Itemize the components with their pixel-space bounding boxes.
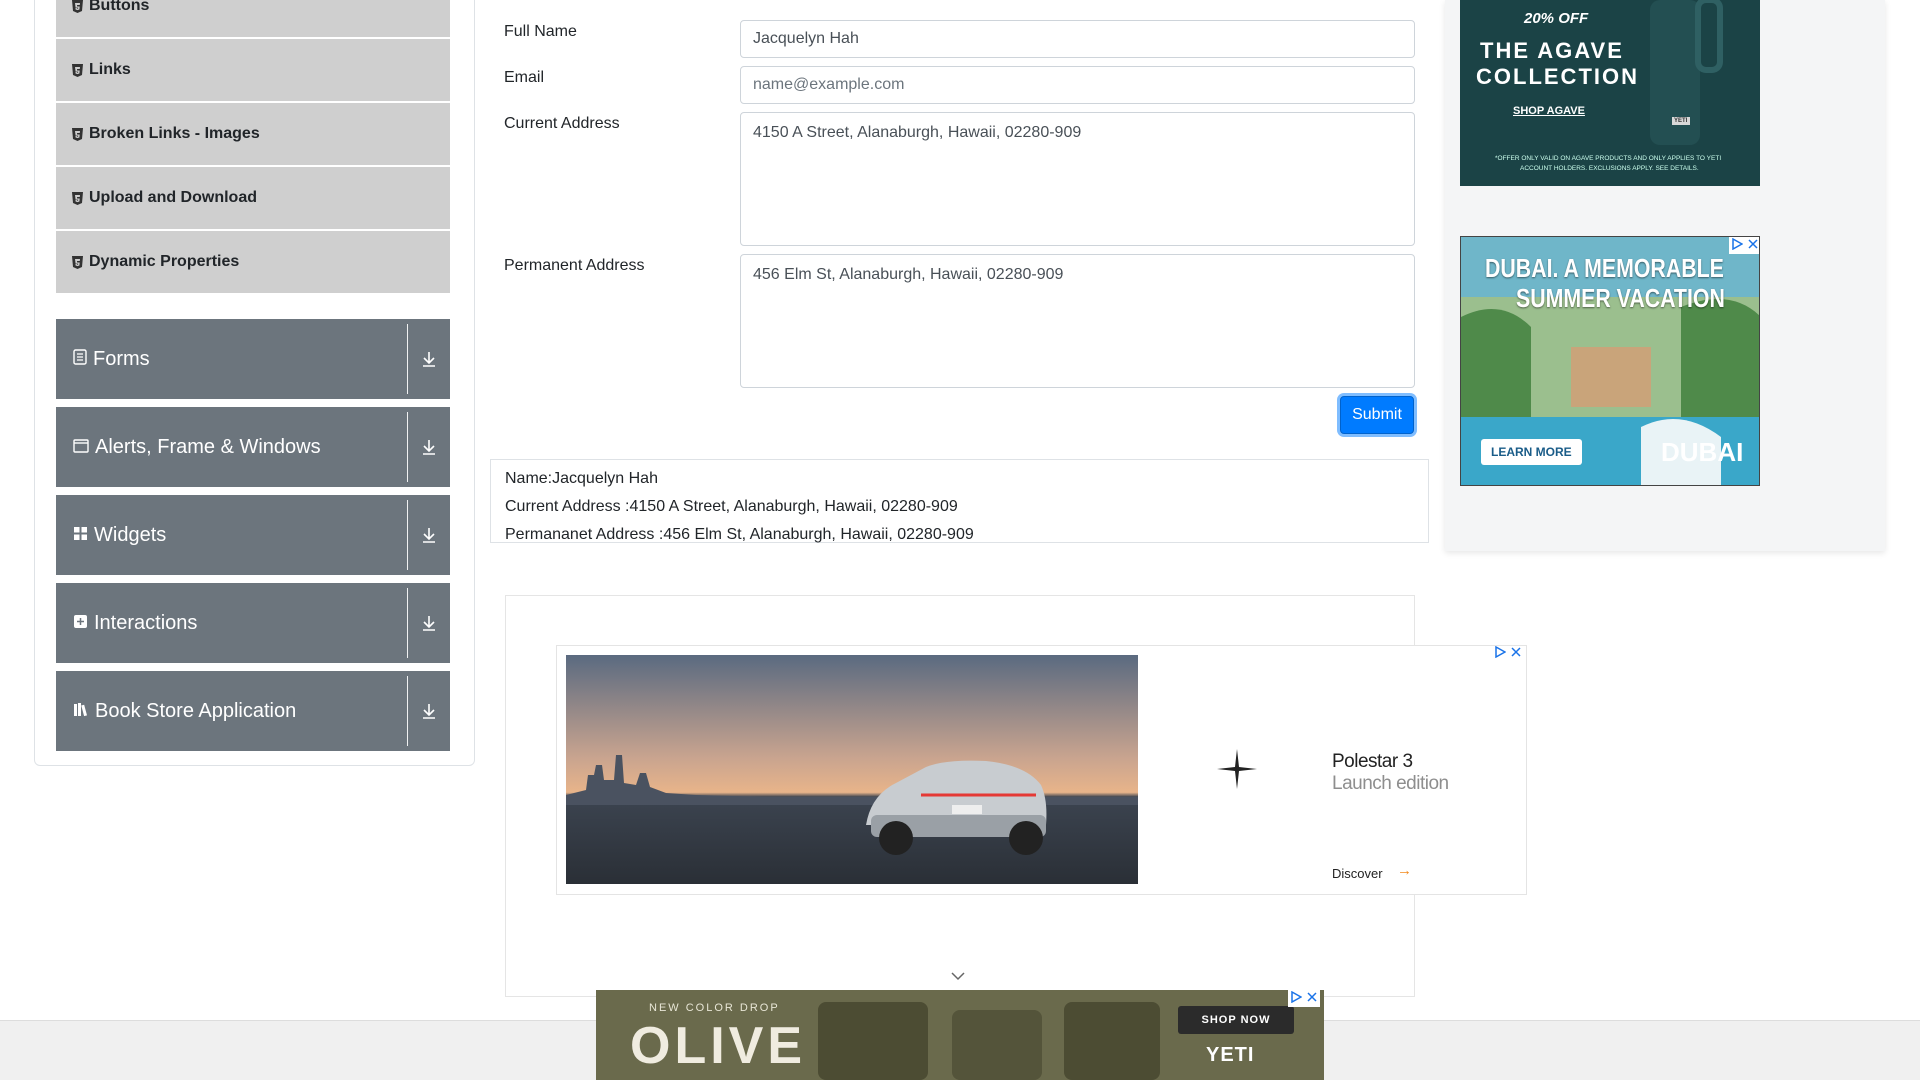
agave-ad[interactable]: 20% OFF THE AGAVE COLLECTION SHOP AGAVE … [1460,0,1760,186]
agave-cta[interactable]: SHOP AGAVE [1513,105,1585,117]
car-image [566,655,1138,884]
chevron-down-icon[interactable] [408,671,450,751]
close-icon[interactable] [1747,238,1759,253]
shop-now-button[interactable]: SHOP NOW [1178,1006,1294,1034]
chevron-down-icon[interactable] [950,968,966,986]
permanent-address-label: Permanent Address [504,257,645,274]
sidebar-group-alerts[interactable]: Alerts, Frame & Windows [56,407,450,487]
sidebar-group-book-store[interactable]: Book Store Application [56,671,450,751]
sidebar-group-forms[interactable]: Forms [56,319,450,399]
ad-controls [1288,990,1320,1007]
form-icon [73,348,87,371]
dubai-title-1: DUBAI. A MEMORABLE [1485,253,1724,283]
output-permanent-address: Permananet Address :456 Elm St, Alanabur… [505,526,974,543]
window-icon [73,436,89,459]
output-current-address: Current Address :4150 A Street, Alanabur… [505,498,958,515]
chevron-down-icon[interactable] [408,319,450,399]
sidebar-group-label: Alerts, Frame & Windows [95,435,321,458]
current-address-textarea[interactable] [740,112,1415,246]
adchoices-icon[interactable] [1731,237,1744,253]
sidebar-group-label: Interactions [94,611,198,634]
agave-offer: 20% OFF [1524,10,1589,27]
widgets-icon [73,524,88,547]
output-name: Name:Jacquelyn Hah [505,470,658,487]
arrow-right-icon: → [1397,862,1412,879]
chevron-down-icon[interactable] [408,407,450,487]
permanent-address-textarea[interactable] [740,254,1415,388]
html5-icon [71,63,83,77]
sidebar-item-label: Upload and Download [89,189,257,206]
agave-logo: YETI [1674,118,1688,124]
current-address-label: Current Address [504,115,620,132]
dubai-title-2: SUMMER VACATION [1516,283,1725,313]
sidebar-item-links[interactable]: Links [56,39,450,101]
output-box: Name:Jacquelyn Hah Current Address :4150… [490,459,1429,543]
full-name-input[interactable] [740,20,1415,58]
sidebar-item-label: Dynamic Properties [89,253,240,270]
sidebar-group-interactions[interactable]: Interactions [56,583,450,663]
chevron-down-icon[interactable] [408,583,450,663]
email-label: Email [504,69,545,86]
sidebar-item-label: Broken Links - Images [89,125,260,142]
polestar-logo-icon [1217,749,1257,794]
dubai-ad[interactable]: DUBAI. A MEMORABLE SUMMER VACATION LEARN… [1460,236,1760,486]
agave-fine-print-2: ACCOUNT HOLDERS. EXCLUSIONS APPLY. SEE D… [1520,165,1699,172]
dubai-logo: DUBAI [1661,437,1744,467]
agave-title-1: THE AGAVE [1480,38,1624,63]
html5-icon [71,127,83,141]
adchoices-icon[interactable] [1290,990,1303,1006]
divider [407,324,408,394]
submit-button[interactable]: Submit [1340,396,1414,434]
sidebar-item-dynamic-properties[interactable]: Dynamic Properties [56,231,450,293]
sidebar: Buttons Links Broken Links - Images Uplo… [34,0,475,766]
divider [407,588,408,658]
discover-link[interactable]: Discover [1332,866,1383,881]
polestar-ad[interactable]: Polestar 3 Launch edition Discover → [556,645,1527,895]
html5-icon [71,191,83,205]
olive-ad[interactable]: NEW COLOR DROP OLIVE SHOP NOW YETI [596,990,1324,1080]
olive-kicker: NEW COLOR DROP [649,1002,780,1014]
agave-title-2: COLLECTION [1476,64,1639,89]
adchoices-icon[interactable] [1494,645,1507,661]
sidebar-item-label: Links [89,61,131,78]
divider [407,500,408,570]
divider [407,676,408,746]
divider [407,412,408,482]
interactions-icon [73,612,88,635]
olive-title: OLIVE [630,1017,807,1075]
html5-icon [71,0,83,13]
ad-controls [1729,237,1759,254]
books-icon [73,700,89,723]
sidebar-item-upload-download[interactable]: Upload and Download [56,167,450,229]
sidebar-group-label: Forms [93,347,150,370]
close-icon[interactable] [1306,991,1318,1006]
email-input[interactable] [740,66,1415,104]
sidebar-group-label: Widgets [94,523,167,546]
sidebar-group-widgets[interactable]: Widgets [56,495,450,575]
sidebar-item-broken-links[interactable]: Broken Links - Images [56,103,450,165]
agave-fine-print-1: *OFFER ONLY VALID ON AGAVE PRODUCTS AND … [1495,155,1722,162]
sidebar-item-buttons[interactable]: Buttons [56,0,450,37]
sidebar-group-label: Book Store Application [95,699,297,722]
chevron-down-icon[interactable] [408,495,450,575]
full-name-label: Full Name [504,23,577,40]
ad-subtitle: Launch edition [1332,773,1449,794]
olive-logo: YETI [1206,1044,1255,1066]
html5-icon [71,255,83,269]
ad-brand: Polestar 3 [1332,751,1413,772]
sidebar-item-label: Buttons [89,0,150,14]
close-icon[interactable] [1510,646,1522,661]
learn-more-button[interactable]: LEARN MORE [1481,439,1582,465]
ad-controls [1494,645,1522,661]
